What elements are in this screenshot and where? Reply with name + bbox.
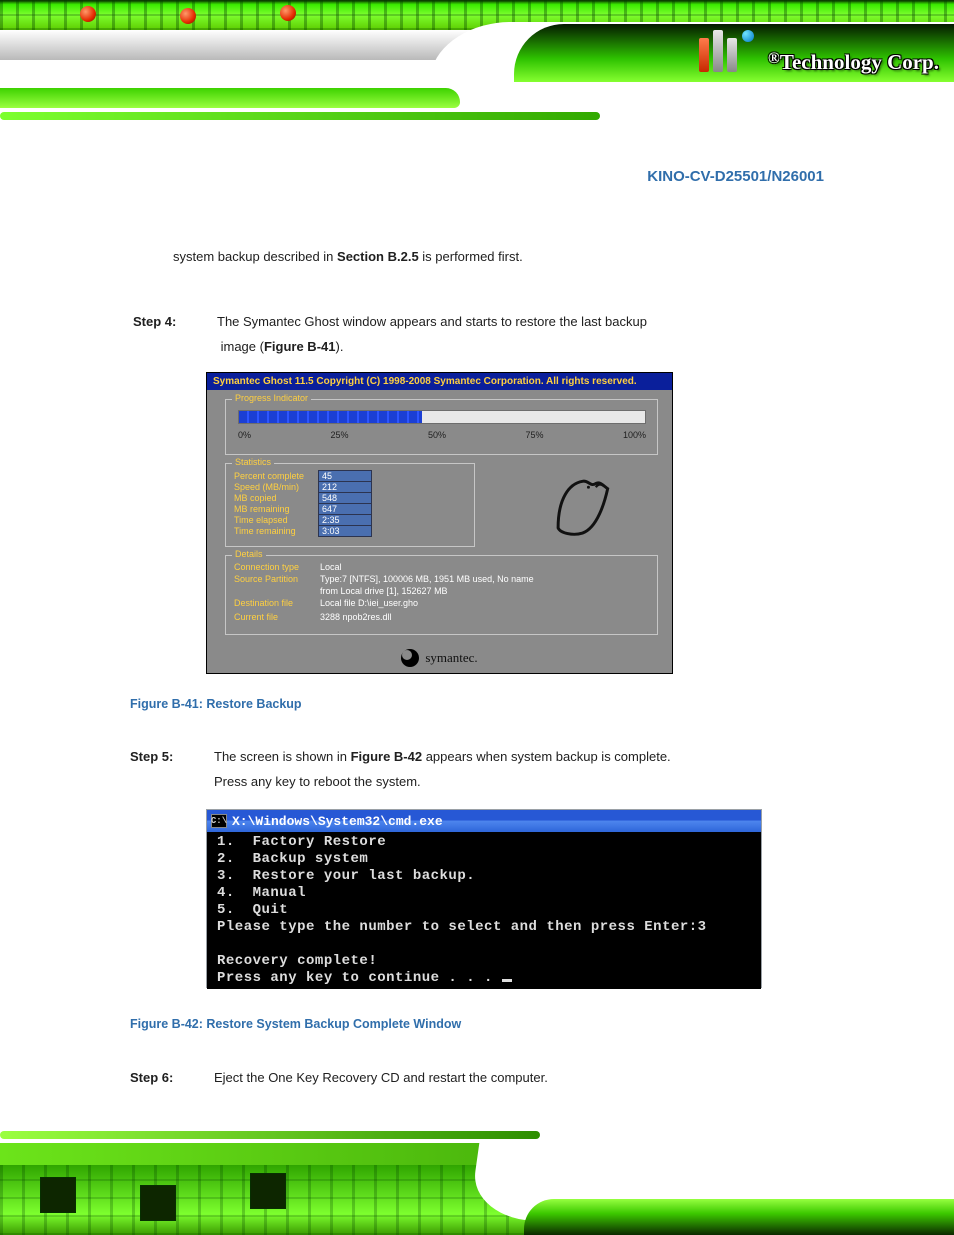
detail-row: Source PartitionType:7 [NTFS], 100006 MB… [234, 574, 652, 584]
text-run: system backup described in [173, 249, 337, 264]
text-run: appears when system backup is complete. [422, 749, 671, 764]
cmd-line: Please type the number to select and the… [217, 919, 707, 935]
cmd-line: Press any key to continue . . . [217, 970, 502, 986]
details-group: Details Connection typeLocal Source Part… [225, 555, 658, 635]
iei-logo [697, 30, 754, 72]
paragraph-continuation: system backup described in Section B.2.5… [173, 245, 783, 270]
cmd-line: 1. Factory Restore [217, 834, 386, 850]
header-banner: ®Technology Corp. [0, 0, 954, 130]
group-legend: Details [232, 549, 266, 559]
group-legend: Statistics [232, 457, 274, 467]
section-link[interactable]: Section B.2.5 [337, 249, 419, 264]
detail-row: from Local drive [1], 152627 MB [234, 586, 652, 596]
stat-row: Time elapsed2:35 [234, 514, 470, 525]
step-5: Step 5:The screen is shown in Figure B-4… [130, 745, 780, 794]
step-label: Step 5: [130, 745, 214, 770]
text-run: The screen is shown in [214, 749, 351, 764]
figure-ref[interactable]: Figure B-41 [264, 339, 336, 354]
ghost-titlebar: Symantec Ghost 11.5 Copyright (C) 1998-2… [207, 373, 672, 390]
cmd-line: 4. Manual [217, 885, 306, 901]
statistics-group: Statistics Percent complete45 Speed (MB/… [225, 463, 475, 547]
figure-caption-41: Figure B-41: Restore Backup [130, 697, 302, 711]
cmd-line: 3. Restore your last backup. [217, 868, 475, 884]
cursor-icon [502, 979, 512, 982]
text-run: The Symantec Ghost window appears and st… [217, 314, 647, 329]
cmd-line: Recovery complete! [217, 953, 377, 969]
text-run: Eject the One Key Recovery CD and restar… [214, 1070, 548, 1085]
text-run: image ( [217, 339, 264, 354]
step-4: Step 4:The Symantec Ghost window appears… [133, 310, 783, 359]
text-run: ). [335, 339, 343, 354]
cmd-body[interactable]: 1. Factory Restore 2. Backup system 3. R… [207, 832, 761, 989]
tick: 0% [238, 430, 251, 440]
cmd-icon: C:\ [211, 814, 227, 828]
stat-row: Time remaining3:03 [234, 525, 470, 536]
detail-row: Current file3288 npob2res.dll [234, 612, 652, 622]
tick: 100% [623, 430, 646, 440]
cmd-window: C:\ X:\Windows\System32\cmd.exe 1. Facto… [206, 809, 762, 988]
progress-ticks: 0% 25% 50% 75% 100% [238, 430, 646, 440]
stat-row: Percent complete45 [234, 470, 470, 481]
brand-text: ®Technology Corp. [768, 50, 939, 75]
stat-row: Speed (MB/min)212 [234, 481, 470, 492]
detail-row: Connection typeLocal [234, 562, 652, 572]
symantec-brand: symantec. [207, 649, 672, 667]
cmd-title-text: X:\Windows\System32\cmd.exe [232, 814, 443, 829]
registered-mark: ® [768, 50, 780, 67]
detail-row: Destination fileLocal file D:\iei_user.g… [234, 598, 652, 608]
document-title: KINO-CV-D25501/N26001 [647, 168, 824, 185]
stat-row: MB remaining647 [234, 503, 470, 514]
text-run: Press any key to reboot the system. [214, 774, 421, 789]
tick: 75% [525, 430, 543, 440]
text-run: is performed first. [419, 249, 523, 264]
figure-caption-42: Figure B-42: Restore System Backup Compl… [130, 1017, 461, 1031]
symantec-logo-icon [401, 649, 419, 667]
stat-row: MB copied548 [234, 492, 470, 503]
figure-ref[interactable]: Figure B-42 [351, 749, 423, 764]
progress-fill [239, 411, 422, 423]
cmd-line: 5. Quit [217, 902, 288, 918]
ghost-icon [547, 465, 621, 539]
tick: 25% [330, 430, 348, 440]
tick: 50% [428, 430, 446, 440]
header-green-stripes [0, 88, 954, 128]
symantec-ghost-window: Symantec Ghost 11.5 Copyright (C) 1998-2… [206, 372, 673, 674]
footer-stripe-thin [0, 1131, 540, 1139]
footer-banner [0, 1127, 954, 1235]
group-legend: Progress Indicator [232, 393, 311, 403]
symantec-text: symantec. [425, 650, 477, 665]
progress-bar [238, 410, 646, 424]
cmd-titlebar: C:\ X:\Windows\System32\cmd.exe [207, 810, 761, 832]
step-6: Step 6:Eject the One Key Recovery CD and… [130, 1066, 780, 1091]
footer-bottom-stripe [524, 1199, 954, 1235]
step-label: Step 6: [130, 1066, 214, 1091]
brand-label: Technology Corp. [780, 50, 939, 74]
cmd-line: 2. Backup system [217, 851, 368, 867]
step-label: Step 4: [133, 310, 217, 335]
progress-group: Progress Indicator 0% 25% 50% 75% 100% [225, 399, 658, 455]
